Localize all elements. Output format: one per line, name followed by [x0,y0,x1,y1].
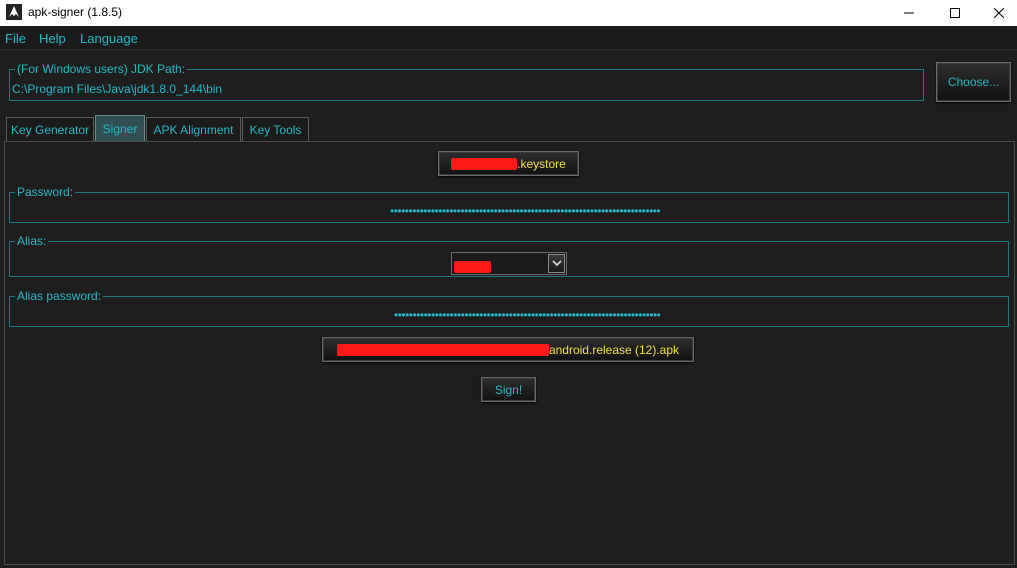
chevron-down-icon[interactable] [548,254,565,273]
tab-apk-alignment[interactable]: APK Alignment [146,117,241,141]
minimize-button[interactable] [886,0,932,26]
password-group: Password: ••••••••••••••••••••••••••••••… [9,185,1009,223]
tab-key-tools[interactable]: Key Tools [242,117,309,141]
tab-signer[interactable]: Signer [95,115,145,141]
jdk-path-legend: (For Windows users) JDK Path: [15,62,188,76]
alias-password-legend: Alias password: [15,289,104,303]
sign-button[interactable]: Sign! [481,377,536,402]
apk-suffix: android.release (12).apk [548,342,680,357]
password-input[interactable]: ••••••••••••••••••••••••••••••••••••••••… [390,204,660,218]
jdk-path-group: (For Windows users) JDK Path: C:\Program… [9,62,924,101]
apk-file-button[interactable]: android.release (12).apk [322,337,694,362]
minimize-icon [904,12,914,14]
keystore-suffix: .keystore [517,156,566,171]
maximize-icon [950,8,960,18]
menu-language[interactable]: Language [80,31,138,46]
choose-button[interactable]: Choose... [936,62,1011,102]
window-title: apk-signer (1.8.5) [28,5,123,19]
alias-password-input[interactable]: ••••••••••••••••••••••••••••••••••••••••… [394,308,660,322]
redacted-apk-name [336,343,549,356]
close-icon [994,8,1004,18]
title-bar: apk-signer (1.8.5) [0,0,1017,26]
redacted-keystore-name [451,157,518,170]
close-button[interactable] [976,0,1017,26]
redacted-alias [454,260,491,273]
jdk-path-value: C:\Program Files\Java\jdk1.8.0_144\bin [12,82,223,96]
tab-key-generator[interactable]: Key Generator [6,117,94,141]
keystore-file-button[interactable]: .keystore [438,151,579,176]
app-icon [6,4,22,20]
alias-select[interactable] [451,252,567,275]
menu-bar: File Help Language [0,26,1017,50]
menu-help[interactable]: Help [39,31,66,46]
maximize-button[interactable] [932,0,978,26]
password-legend: Password: [15,185,76,199]
alias-password-group: Alias password: ••••••••••••••••••••••••… [9,289,1009,327]
menu-file[interactable]: File [5,31,26,46]
alias-legend: Alias: [15,234,49,248]
